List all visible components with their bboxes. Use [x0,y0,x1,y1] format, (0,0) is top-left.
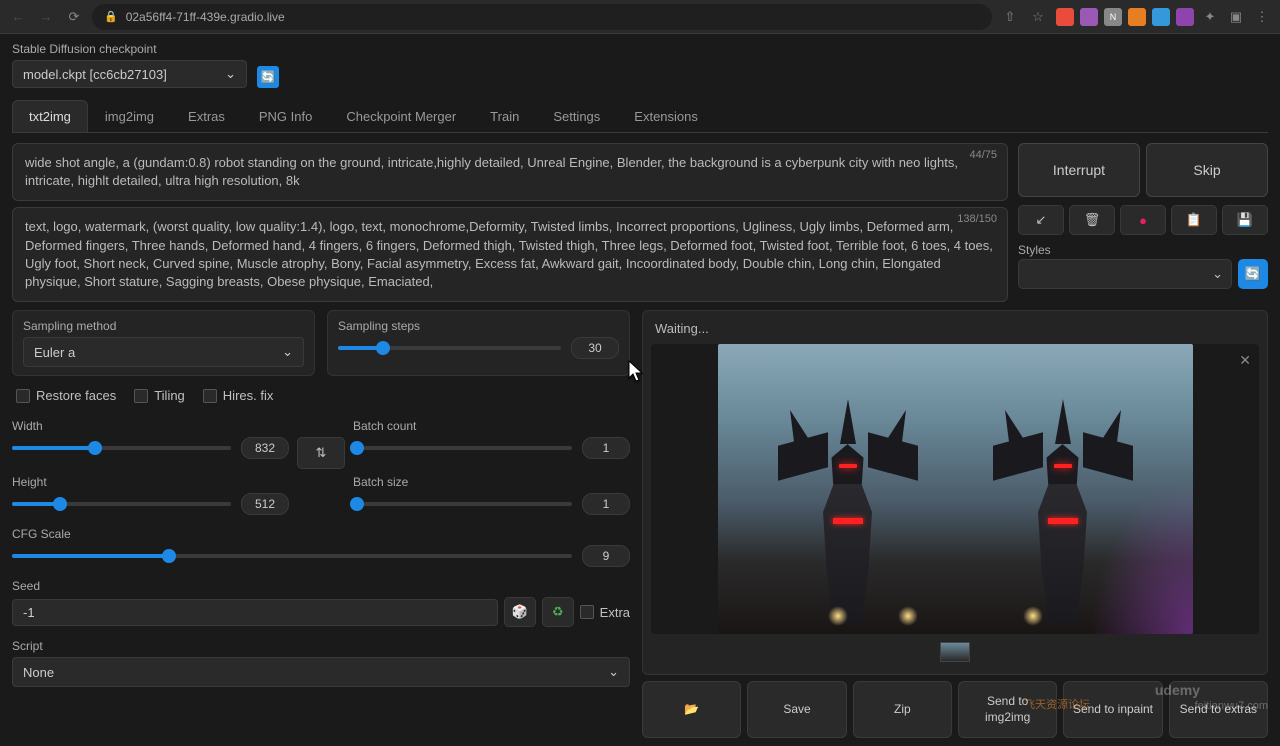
interrupt-button[interactable]: Interrupt [1018,143,1140,197]
seed-input[interactable]: -1 [12,599,498,626]
script-label: Script [12,639,630,653]
styles-select[interactable]: ⌄ [1018,259,1232,289]
arrow-icon-button[interactable]: ↙ [1018,205,1064,235]
output-status: Waiting... [651,319,1259,344]
trash-icon-button[interactable]: 🗑 [1069,205,1115,235]
tab-img2img[interactable]: img2img [88,100,171,132]
chevron-down-icon: ⌄ [1212,266,1223,282]
sampling-steps-label: Sampling steps [338,319,619,333]
open-folder-button[interactable]: 📂 [642,681,741,738]
main-tabs: txt2img img2img Extras PNG Info Checkpoi… [12,100,1268,133]
style-icon-button[interactable]: ● [1120,205,1166,235]
skip-button[interactable]: Skip [1146,143,1268,197]
width-value[interactable]: 832 [241,437,289,459]
refresh-checkpoint-button[interactable]: 🔄 [257,66,279,88]
height-label: Height [12,475,289,489]
forward-button[interactable]: → [36,7,56,27]
output-image-container: ✕ [651,344,1259,634]
star-icon[interactable]: ☆ [1028,7,1048,27]
styles-label: Styles [1018,243,1058,257]
watermark: feitianwu7.com [1195,700,1268,712]
batch-size-value[interactable]: 1 [582,493,630,515]
panel-icon[interactable]: ▣ [1226,7,1246,27]
batch-count-value[interactable]: 1 [582,437,630,459]
tiling-checkbox[interactable]: Tiling [134,388,185,403]
checkpoint-label: Stable Diffusion checkpoint [12,42,247,56]
width-slider[interactable] [12,446,231,450]
cfg-scale-value[interactable]: 9 [582,545,630,567]
restore-faces-checkbox[interactable]: Restore faces [16,388,116,403]
lock-icon: 🔒 [104,10,118,23]
batch-count-slider[interactable] [353,446,572,450]
watermark: udemy [1155,682,1200,698]
zip-button[interactable]: Zip [853,681,952,738]
reuse-seed-button[interactable]: ♻ [542,597,574,627]
chevron-down-icon: ⌄ [225,66,236,82]
extra-seed-checkbox[interactable]: Extra [580,605,630,620]
random-seed-button[interactable]: 🎲 [504,597,536,627]
ext-icon-4[interactable] [1128,8,1146,26]
script-select[interactable]: None ⌄ [12,657,630,687]
output-thumbnail[interactable] [940,642,970,662]
ext-icon-6[interactable] [1176,8,1194,26]
tab-extensions[interactable]: Extensions [617,100,715,132]
prompt-token-count: 44/75 [969,148,997,163]
ext-icon-3[interactable]: N [1104,8,1122,26]
hires-fix-checkbox[interactable]: Hires. fix [203,388,274,403]
ext-icon-2[interactable] [1080,8,1098,26]
prompt-input[interactable]: 44/75 wide shot angle, a (gundam:0.8) ro… [12,143,1008,201]
batch-size-label: Batch size [353,475,630,489]
save-style-icon-button[interactable]: 💾 [1222,205,1268,235]
output-image[interactable] [718,344,1193,634]
width-label: Width [12,419,289,433]
menu-icon[interactable]: ⋮ [1252,7,1272,27]
sampling-steps-value[interactable]: 30 [571,337,619,359]
extensions: N ✦ ▣ ⋮ [1056,7,1272,27]
ext-icon-5[interactable] [1152,8,1170,26]
puzzle-icon[interactable]: ✦ [1200,7,1220,27]
tab-extras[interactable]: Extras [171,100,242,132]
share-icon[interactable]: ⇧ [1000,7,1020,27]
swap-dimensions-button[interactable]: ⇅ [297,437,345,469]
tab-settings[interactable]: Settings [536,100,617,132]
watermark: 飞天资源论坛 [1024,696,1090,712]
clipboard-icon-button[interactable]: 📋 [1171,205,1217,235]
sampling-method-label: Sampling method [23,319,304,333]
chevron-down-icon: ⌄ [282,344,293,360]
address-bar[interactable]: 🔒 02a56ff4-71ff-439e.gradio.live [92,4,992,30]
close-image-button[interactable]: ✕ [1239,352,1251,369]
cfg-scale-slider[interactable] [12,554,572,558]
cfg-scale-label: CFG Scale [12,527,630,541]
height-slider[interactable] [12,502,231,506]
negative-prompt-input[interactable]: 138/150 text, logo, watermark, (worst qu… [12,207,1008,302]
batch-size-slider[interactable] [353,502,572,506]
sampling-method-select[interactable]: Euler a ⌄ [23,337,304,367]
tab-txt2img[interactable]: txt2img [12,100,88,132]
seed-label: Seed [12,579,630,593]
back-button[interactable]: ← [8,7,28,27]
reload-button[interactable]: ⟳ [64,7,84,27]
sampling-steps-slider[interactable] [338,346,561,350]
tab-checkpoint-merger[interactable]: Checkpoint Merger [329,100,473,132]
apply-style-button[interactable]: 🔄 [1238,259,1268,289]
batch-count-label: Batch count [353,419,630,433]
ext-icon-1[interactable] [1056,8,1074,26]
checkpoint-select[interactable]: model.ckpt [cc6cb27103] ⌄ [12,60,247,88]
neg-prompt-token-count: 138/150 [957,212,997,227]
tab-train[interactable]: Train [473,100,536,132]
height-value[interactable]: 512 [241,493,289,515]
chevron-down-icon: ⌄ [608,664,619,680]
tab-pnginfo[interactable]: PNG Info [242,100,329,132]
url-text: 02a56ff4-71ff-439e.gradio.live [126,10,285,24]
save-button[interactable]: Save [747,681,846,738]
